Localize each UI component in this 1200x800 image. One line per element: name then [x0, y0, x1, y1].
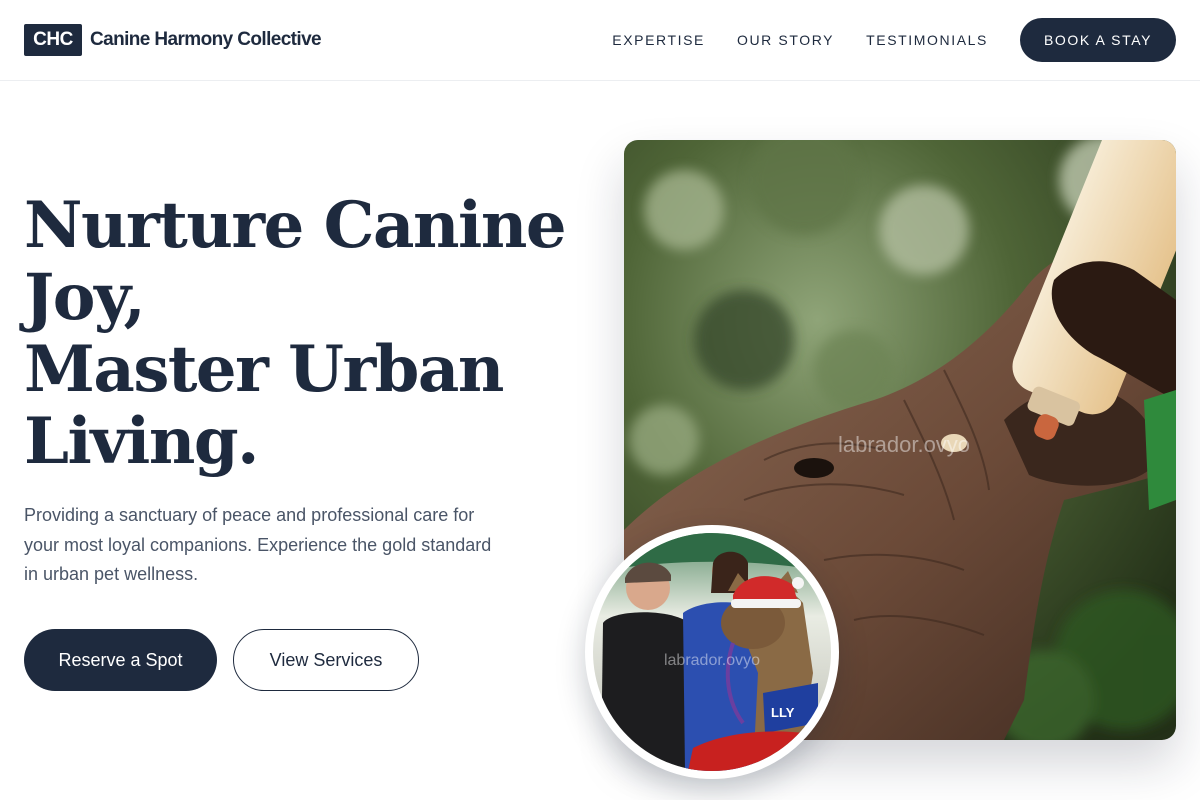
brand-name: Canine Harmony Collective: [90, 29, 322, 50]
hero-title-line-1: Nurture Canine: [24, 188, 567, 263]
alpaca-visit-image: LLY labrador.ovyo: [593, 533, 831, 771]
book-a-stay-button[interactable]: BOOK A STAY: [1020, 18, 1176, 62]
reserve-spot-button[interactable]: Reserve a Spot: [24, 629, 217, 691]
hero-subtitle: Providing a sanctuary of peace and profe…: [24, 505, 492, 584]
site-header: CHC Canine Harmony Collective EXPERTISE …: [0, 0, 1200, 81]
main-photo-watermark: labrador.ovyo: [838, 432, 970, 457]
hero-title-line-4: Living.: [24, 404, 259, 479]
nav-link-testimonials[interactable]: TESTIMONIALS: [866, 32, 988, 48]
hero-title: Nurture Canine Joy, Master Urban Living.: [24, 190, 584, 478]
inset-photo-watermark: labrador.ovyo: [664, 652, 760, 669]
hero-title-line-3: Master Urban: [24, 332, 504, 407]
hero-title-line-2: Joy,: [24, 260, 146, 335]
brand-logo[interactable]: CHC Canine Harmony Collective: [24, 24, 322, 56]
view-services-button[interactable]: View Services: [233, 629, 419, 691]
main-nav: EXPERTISE OUR STORY TESTIMONIALS BOOK A …: [612, 18, 1176, 62]
nav-link-expertise[interactable]: EXPERTISE: [612, 32, 705, 48]
alpaca-blanket-text: LLY: [771, 705, 795, 720]
hero-inset-photo: LLY labrador.ovyo: [585, 525, 839, 779]
brand-badge: CHC: [24, 24, 82, 56]
nav-link-our-story[interactable]: OUR STORY: [737, 32, 834, 48]
hero-actions: Reserve a Spot View Services: [24, 629, 419, 691]
